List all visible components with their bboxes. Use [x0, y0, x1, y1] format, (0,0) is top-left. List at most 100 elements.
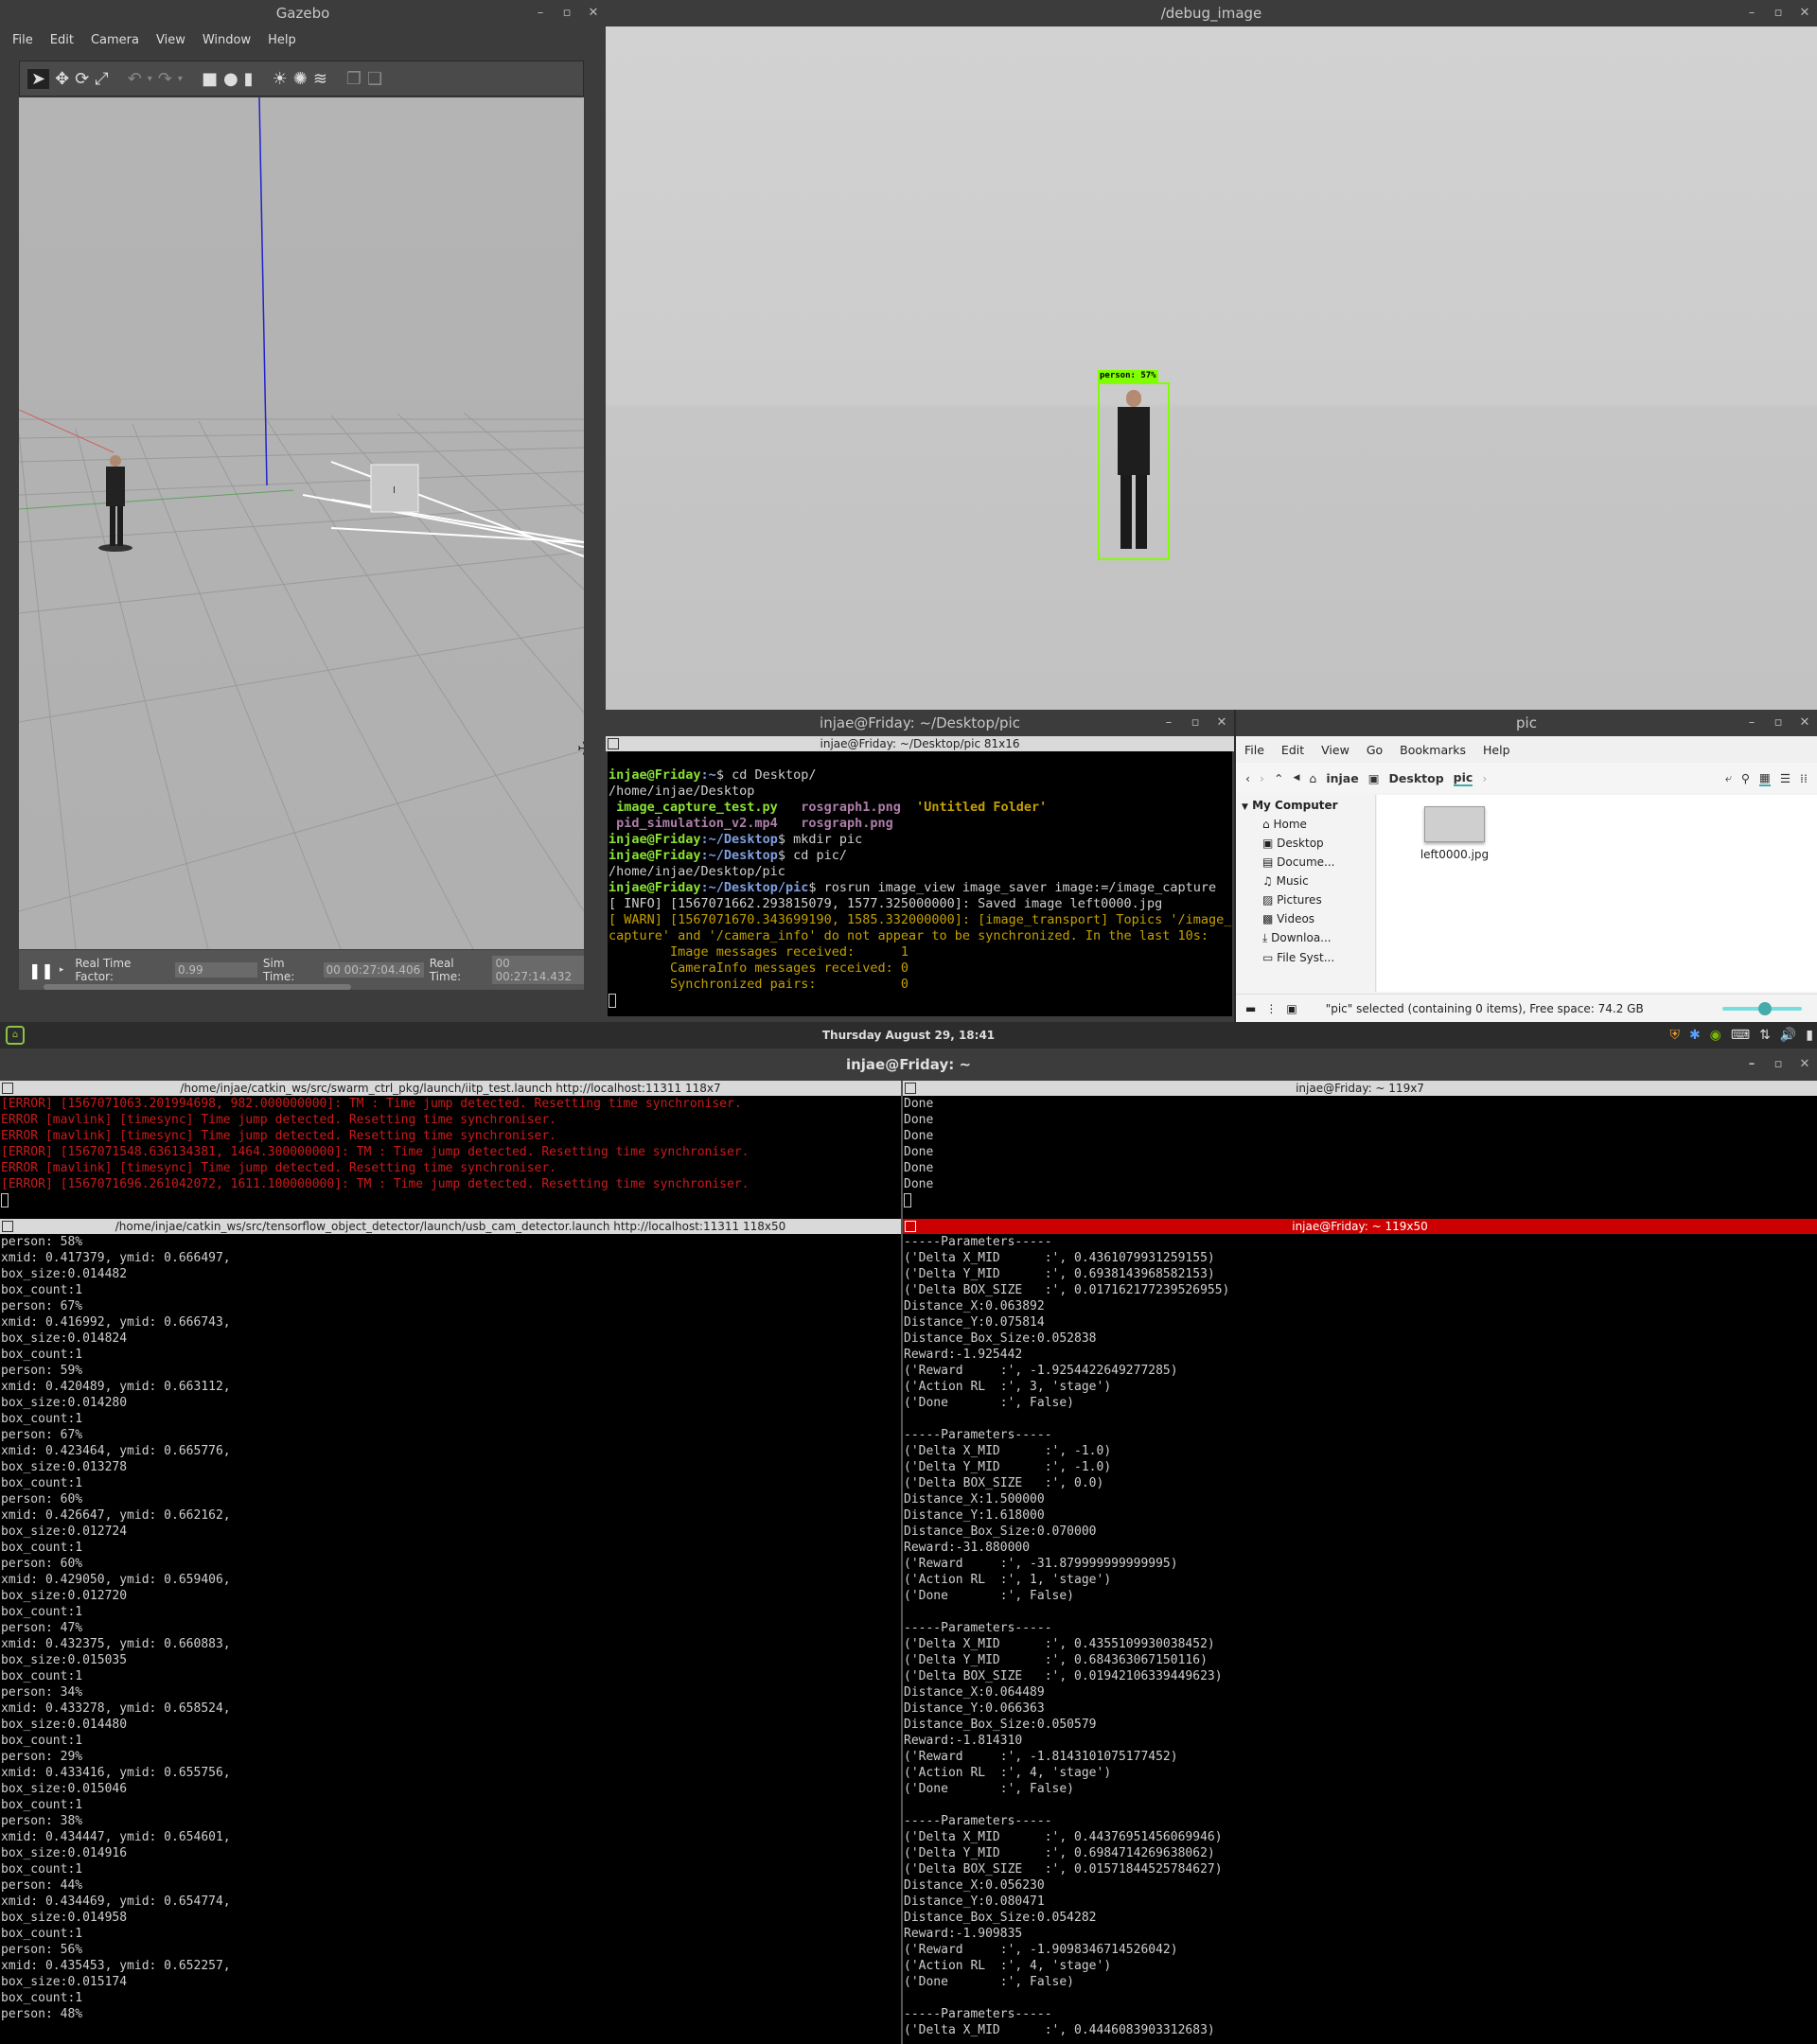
keyboard-icon[interactable]: ⌨ — [1731, 1028, 1750, 1043]
cylinder-shape-icon[interactable]: ▮ — [244, 69, 254, 89]
sidebar-item-home[interactable]: ⌂ Home — [1236, 812, 1375, 831]
list-view-icon[interactable]: ☰ — [1780, 771, 1791, 785]
file-manager-titlebar[interactable]: pic – ▫ ✕ — [1236, 710, 1817, 736]
menu-view[interactable]: View — [1313, 743, 1358, 757]
compact-view-icon[interactable]: ⁞⁞ — [1800, 771, 1808, 785]
up-icon[interactable]: ⌃ — [1274, 771, 1283, 785]
undo-icon[interactable]: ↶ — [128, 69, 142, 89]
icon-view-icon[interactable]: ▦ — [1759, 770, 1771, 786]
menu-help[interactable]: Help — [1474, 743, 1519, 757]
bottom-terminal-titlebar[interactable]: injae@Friday: ~ – ▫ ✕ — [0, 1048, 1817, 1081]
pause-icon[interactable]: ❚❚ — [28, 961, 54, 979]
pane-top-right[interactable]: injae@Friday: ~ 119x7 Done Done Done Done Do… — [903, 1081, 1817, 1217]
battery-icon[interactable]: ▮ — [1806, 1028, 1813, 1043]
maximize-icon[interactable]: ▫ — [1772, 1048, 1785, 1081]
zoom-slider-handle[interactable] — [1758, 1001, 1772, 1015]
gazebo-titlebar[interactable]: Gazebo – ▫ ✕ — [0, 0, 606, 26]
breadcrumb-desktop[interactable]: Desktop — [1389, 771, 1444, 785]
pane-top-left[interactable]: /home/injae/catkin_ws/src/swarm_ctrl_pkg… — [0, 1081, 901, 1217]
back-icon[interactable]: ‹ — [1245, 771, 1250, 785]
breadcrumb-pic[interactable]: pic — [1453, 770, 1473, 786]
directional-light-icon[interactable]: ≋ — [313, 69, 327, 89]
close-icon[interactable]: ✕ — [1798, 0, 1811, 26]
minimize-icon[interactable]: – — [1745, 1048, 1758, 1081]
toggle-location-icon[interactable]: ◀ — [1293, 773, 1299, 783]
menu-view[interactable]: View — [148, 33, 194, 47]
menu-help[interactable]: Help — [259, 33, 305, 47]
search-icon[interactable]: ⚲ — [1741, 771, 1750, 785]
minimize-icon[interactable]: – — [1745, 710, 1758, 736]
pane-output[interactable]: Done Done Done Done Done Done — [903, 1096, 1815, 1217]
sidebar-item-videos[interactable]: ▩ Videos — [1236, 907, 1375, 925]
shield-icon[interactable]: ⛨ — [1669, 1028, 1680, 1043]
rotate-mode-icon[interactable]: ⟳ — [75, 69, 89, 89]
undo-dropdown-icon[interactable]: ▾ — [148, 74, 152, 84]
maximize-icon[interactable]: ▫ — [1189, 710, 1202, 736]
menu-window[interactable]: Window — [194, 33, 259, 47]
menu-file[interactable]: File — [1236, 743, 1273, 757]
menu-edit[interactable]: Edit — [1273, 743, 1313, 757]
sphere-shape-icon[interactable]: ● — [223, 69, 238, 89]
terminal-split-icon[interactable] — [608, 738, 619, 749]
hide-sidebar-icon[interactable]: ▣ — [1286, 1002, 1297, 1015]
minimize-icon[interactable]: – — [534, 0, 547, 26]
redo-dropdown-icon[interactable]: ▾ — [178, 74, 183, 84]
menu-bookmarks[interactable]: Bookmarks — [1391, 743, 1474, 757]
minimize-icon[interactable]: – — [1162, 710, 1175, 736]
network-icon[interactable]: ⇅ — [1759, 1028, 1771, 1043]
sidebar-header[interactable]: ▼ My Computer — [1236, 795, 1375, 812]
menu-edit[interactable]: Edit — [42, 33, 82, 47]
step-icon[interactable]: ▸ — [60, 965, 64, 975]
maximize-icon[interactable]: ▫ — [1772, 0, 1785, 26]
select-mode-icon[interactable]: ➤ — [27, 68, 50, 89]
chevron-right-icon[interactable]: › — [1482, 771, 1487, 785]
close-icon[interactable]: ✕ — [1798, 1048, 1811, 1081]
small-terminal-tabbar[interactable]: injae@Friday: ~/Desktop/pic 81x16 — [606, 736, 1234, 751]
pane-output[interactable]: [ERROR] [1567071063.201994698, 982.00000… — [0, 1096, 899, 1217]
maximize-icon[interactable]: ▫ — [1772, 710, 1785, 736]
zoom-slider[interactable] — [1722, 1001, 1802, 1015]
pane-bottom-left[interactable]: /home/injae/catkin_ws/src/tensorflow_obj… — [0, 1219, 901, 2044]
maximize-icon[interactable]: ▫ — [560, 0, 573, 26]
scale-mode-icon[interactable]: ⤢ — [95, 69, 108, 89]
translate-mode-icon[interactable]: ✥ — [55, 69, 69, 89]
pane-bottom-right[interactable]: injae@Friday: ~ 119x50 -----Parameters--… — [903, 1219, 1817, 2044]
menu-file[interactable]: File — [4, 33, 42, 47]
small-terminal-titlebar[interactable]: injae@Friday: ~/Desktop/pic – ▫ ✕ — [606, 710, 1234, 736]
breadcrumb-injae[interactable]: injae — [1326, 771, 1358, 785]
spot-light-icon[interactable]: ✺ — [293, 69, 308, 89]
close-icon[interactable]: ✕ — [1215, 710, 1228, 736]
close-icon[interactable]: ✕ — [587, 0, 600, 26]
home-icon[interactable]: ⌂ — [1309, 771, 1316, 785]
sidebar-item-music[interactable]: ♫ Music — [1236, 869, 1375, 888]
volume-icon[interactable]: 🔊 — [1780, 1028, 1796, 1043]
copy-icon[interactable]: ❐ — [346, 69, 362, 89]
gazebo-viewport[interactable]: I ✈ — [19, 97, 584, 949]
sidebar-item-documents[interactable]: ▤ Docume... — [1236, 850, 1375, 869]
terminal-split-icon[interactable] — [2, 1083, 13, 1094]
box-shape-icon[interactable]: ■ — [202, 69, 218, 89]
paste-icon[interactable]: ❑ — [367, 69, 382, 89]
sidebar-item-downloads[interactable]: ⤓ Downloa... — [1236, 925, 1375, 945]
sidebar-item-pictures[interactable]: ▨ Pictures — [1236, 888, 1375, 907]
sidebar-item-filesystem[interactable]: ▭ File Syst... — [1236, 945, 1375, 964]
new-folder-icon[interactable]: ⤶ — [1725, 770, 1732, 785]
point-light-icon[interactable]: ☀ — [273, 69, 288, 89]
debug-image-titlebar[interactable]: /debug_image – ▫ ✕ — [606, 0, 1817, 26]
bluetooth-icon[interactable]: ✱ — [1689, 1028, 1701, 1043]
nvidia-icon[interactable]: ◉ — [1710, 1028, 1721, 1043]
gazebo-scrollbar[interactable] — [44, 984, 351, 990]
places-icon[interactable]: ▬ — [1245, 1002, 1256, 1015]
small-terminal-output[interactable]: injae@Friday:~$ cd Desktop//home/injae/D… — [608, 751, 1232, 1016]
file-item[interactable]: left0000.jpg — [1415, 806, 1494, 861]
redo-icon[interactable]: ↷ — [158, 69, 172, 89]
tree-icon[interactable]: ⋮ — [1265, 1002, 1277, 1015]
terminal-split-icon[interactable] — [2, 1221, 13, 1232]
close-icon[interactable]: ✕ — [1798, 710, 1811, 736]
file-manager-content[interactable]: left0000.jpg — [1377, 795, 1817, 992]
menu-camera[interactable]: Camera — [82, 33, 148, 47]
pane-divider[interactable] — [901, 1081, 903, 2044]
terminal-split-icon[interactable] — [905, 1221, 916, 1232]
forward-icon[interactable]: › — [1260, 771, 1264, 785]
clock[interactable]: Thursday August 29, 18:41 — [0, 1022, 1817, 1048]
